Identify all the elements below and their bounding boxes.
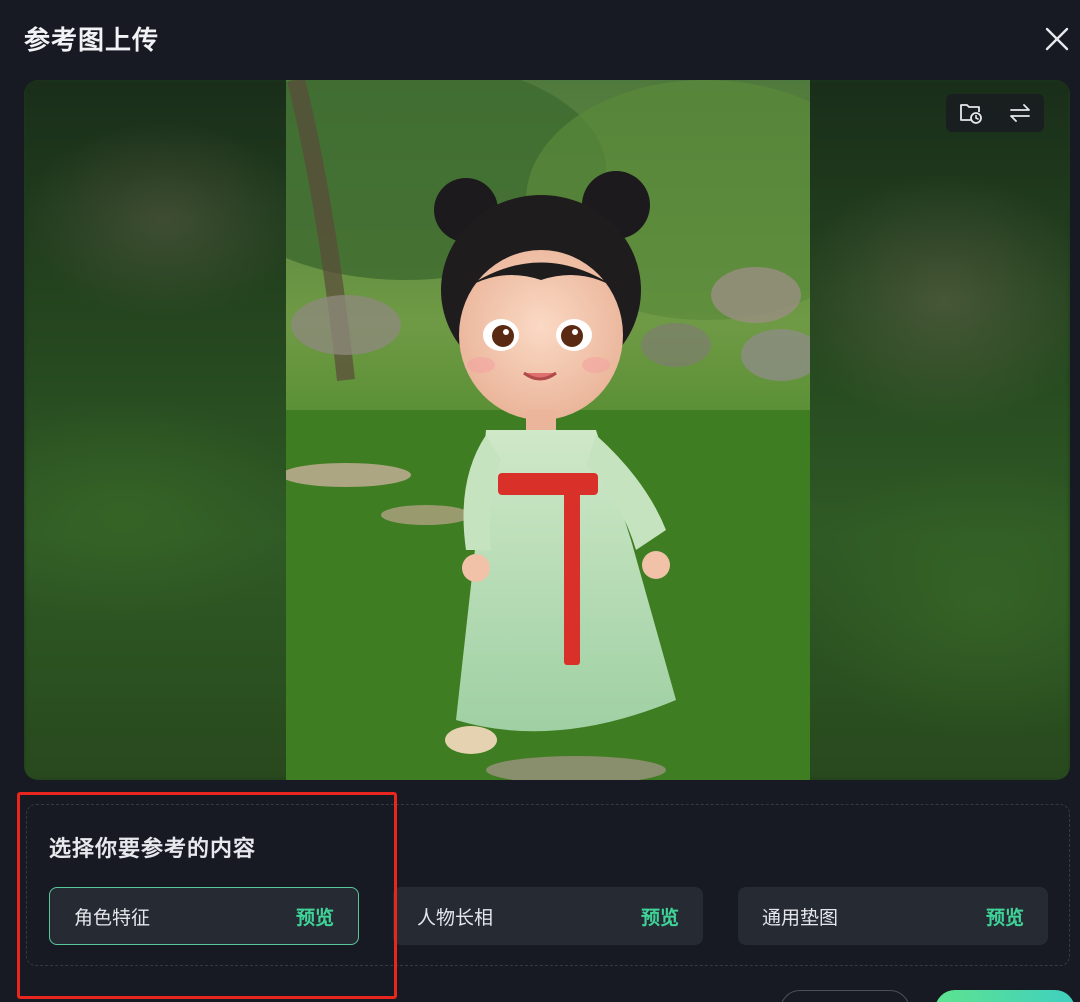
options-heading: 选择你要参考的内容 bbox=[49, 837, 257, 862]
preview-link[interactable]: 预览 bbox=[641, 903, 679, 930]
option-label: 人物长相 bbox=[417, 906, 494, 929]
reference-upload-dialog: 参考图上传 选择你要参考的内容 角色特征 预览 人物长相 预览 通用垫图 预览 bbox=[0, 0, 1080, 1002]
dialog-title: 参考图上传 bbox=[24, 26, 160, 56]
swap-image-button[interactable] bbox=[1006, 99, 1034, 127]
option-label: 角色特征 bbox=[74, 906, 151, 929]
swap-icon bbox=[1009, 104, 1030, 122]
preview-link[interactable]: 预览 bbox=[986, 903, 1024, 930]
option-face-appearance[interactable]: 人物长相 预览 bbox=[393, 887, 703, 945]
reference-options-panel: 选择你要参考的内容 角色特征 预览 人物长相 预览 通用垫图 预览 bbox=[26, 804, 1070, 966]
image-toolbar bbox=[946, 94, 1044, 132]
folder-history-icon bbox=[959, 104, 982, 124]
secondary-action-button[interactable] bbox=[780, 990, 910, 1002]
image-preview bbox=[24, 80, 1070, 780]
preview-link[interactable]: 预览 bbox=[296, 903, 334, 930]
close-button[interactable] bbox=[1040, 22, 1074, 56]
close-icon bbox=[1045, 27, 1069, 51]
history-folder-button[interactable] bbox=[957, 99, 985, 127]
reference-image bbox=[286, 80, 810, 780]
option-general-base-image[interactable]: 通用垫图 预览 bbox=[738, 887, 1048, 945]
primary-action-button[interactable] bbox=[935, 990, 1075, 1002]
option-character-features[interactable]: 角色特征 预览 bbox=[49, 887, 359, 945]
option-label: 通用垫图 bbox=[762, 906, 839, 929]
